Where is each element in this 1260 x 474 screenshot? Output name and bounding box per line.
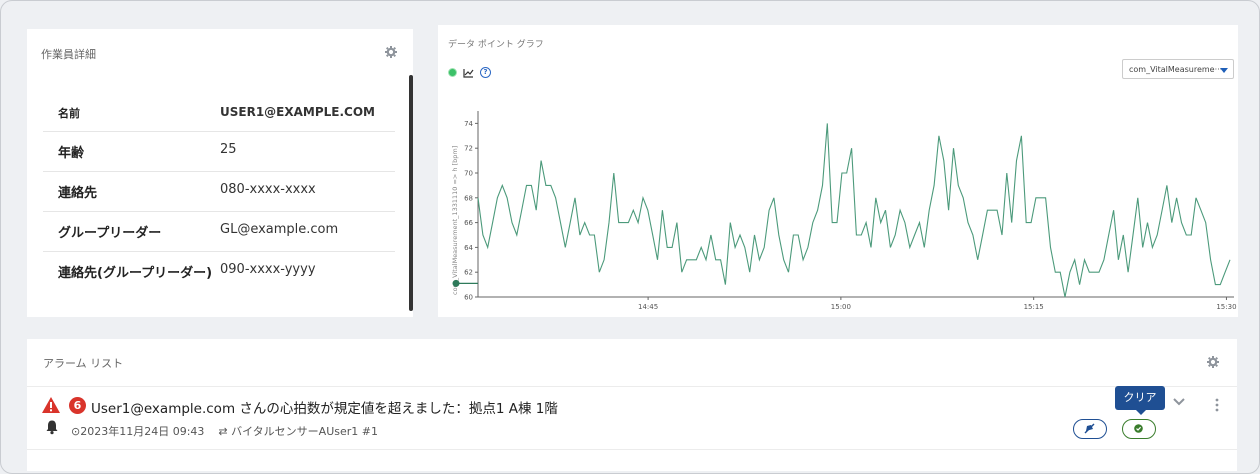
- clock-icon: ⊙: [71, 425, 81, 438]
- gear-icon[interactable]: [385, 46, 397, 58]
- detail-key: 連絡先(グループリーダー): [58, 266, 213, 281]
- y-tick-label: 72: [464, 145, 473, 153]
- detail-key: 名前: [43, 95, 216, 132]
- more-vertical-icon[interactable]: [1215, 398, 1219, 412]
- detail-row-contact: 連絡先 080-xxxx-xxxx: [43, 171, 395, 212]
- detail-value: USER1@EXAMPLE.COM: [216, 95, 395, 132]
- y-axis-label: com_VitalMeasurement_1331110 => h [bpm]: [451, 146, 459, 295]
- y-tick-label: 68: [464, 194, 473, 202]
- data-series-line: [477, 123, 1231, 298]
- y-tick-label: 62: [464, 269, 473, 277]
- alarm-meta: ⊙2023年11月24日 09:43 ⇄ バイタルセンサーAUser1 #1: [71, 423, 378, 439]
- detail-row-group-leader: グループリーダー GL@example.com: [43, 211, 395, 252]
- alarm-list-title: アラーム リスト: [43, 357, 124, 370]
- graph-title: データ ポイント グラフ: [448, 40, 544, 50]
- detail-key: 連絡先: [43, 171, 216, 212]
- x-tick-label: 15:30: [1216, 303, 1236, 311]
- line-chart-icon[interactable]: [463, 63, 474, 82]
- detail-key: 年齢: [43, 131, 216, 172]
- bell-icon: [46, 420, 58, 435]
- y-tick-label: 66: [464, 219, 473, 227]
- detail-row-age: 年齢 25: [43, 131, 395, 172]
- worker-detail-title: 作業員詳細: [41, 48, 96, 61]
- alarm-datetime: ⊙2023年11月24日 09:43: [71, 423, 204, 439]
- help-icon[interactable]: ?: [480, 66, 491, 78]
- divider: [27, 386, 1237, 387]
- x-tick-label: 14:45: [638, 303, 658, 311]
- detail-value: 25: [216, 131, 395, 172]
- alarm-source: ⇄ バイタルセンサーAUser1 #1: [218, 423, 378, 439]
- mute-button[interactable]: [1073, 419, 1107, 439]
- mute-icon: [1084, 423, 1095, 434]
- divider: [27, 449, 1237, 450]
- line-chart: 60 62 64 66 68 70 72 74 com_VitalMeasurement_133…: [451, 111, 1237, 311]
- x-tick-label: 15:15: [1024, 303, 1044, 311]
- chevron-down-icon[interactable]: [1173, 397, 1185, 407]
- detail-key: グループリーダー: [43, 211, 216, 252]
- detail-row-name: 名前 USER1@EXAMPLE.COM: [43, 95, 395, 132]
- data-point-graph-panel: データ ポイント グラフ ? com_VitalMeasureme··· 60 6…: [438, 25, 1238, 317]
- caret-down-icon: [1220, 68, 1228, 73]
- detail-value: GL@example.com: [216, 211, 395, 252]
- scrollbar[interactable]: [409, 75, 413, 311]
- y-tick-label: 64: [464, 244, 473, 252]
- live-status-icon: [448, 67, 457, 77]
- detail-value: 090-xxxx-yyyy: [220, 262, 316, 277]
- graph-toolbar: ?: [448, 66, 491, 78]
- alarm-datetime-text: 2023年11月24日 09:43: [80, 425, 205, 438]
- worker-detail-table: 名前 USER1@EXAMPLE.COM 年齢 25 連絡先 080-xxxx-…: [43, 95, 395, 291]
- clear-button[interactable]: [1122, 419, 1156, 439]
- detail-value: 080-xxxx-xxxx: [216, 171, 395, 212]
- detail-row-leader-contact: 連絡先(グループリーダー) 090-xxxx-yyyy: [43, 252, 395, 292]
- warning-icon: [42, 397, 60, 413]
- alarm-source-text: バイタルセンサーAUser1 #1: [231, 425, 378, 438]
- alarm-message: User1@example.com さんの心拍数が規定値を超えました：拠点1 A…: [91, 401, 558, 417]
- swap-icon: ⇄: [218, 425, 232, 438]
- y-tick-label: 74: [464, 120, 473, 128]
- cursor-marker: [452, 279, 460, 287]
- series-select-value: com_VitalMeasureme···: [1129, 65, 1223, 74]
- worker-detail-panel: 作業員詳細 名前 USER1@EXAMPLE.COM 年齢 25 連絡先 080…: [27, 29, 413, 317]
- alarm-count-badge: 6: [69, 397, 86, 414]
- y-tick-label: 60: [464, 294, 473, 302]
- series-select[interactable]: com_VitalMeasureme···: [1122, 59, 1234, 79]
- x-tick-label: 15:00: [831, 303, 851, 311]
- check-circle-icon: [1134, 424, 1143, 433]
- gear-icon[interactable]: [1207, 356, 1219, 368]
- app-frame: 作業員詳細 名前 USER1@EXAMPLE.COM 年齢 25 連絡先 080…: [0, 0, 1260, 474]
- y-tick-label: 70: [464, 170, 473, 178]
- clear-tooltip: クリア: [1115, 386, 1165, 415]
- alarm-list-panel: アラーム リスト 6 User1@example.com さんの心拍数が規定値を…: [27, 339, 1237, 471]
